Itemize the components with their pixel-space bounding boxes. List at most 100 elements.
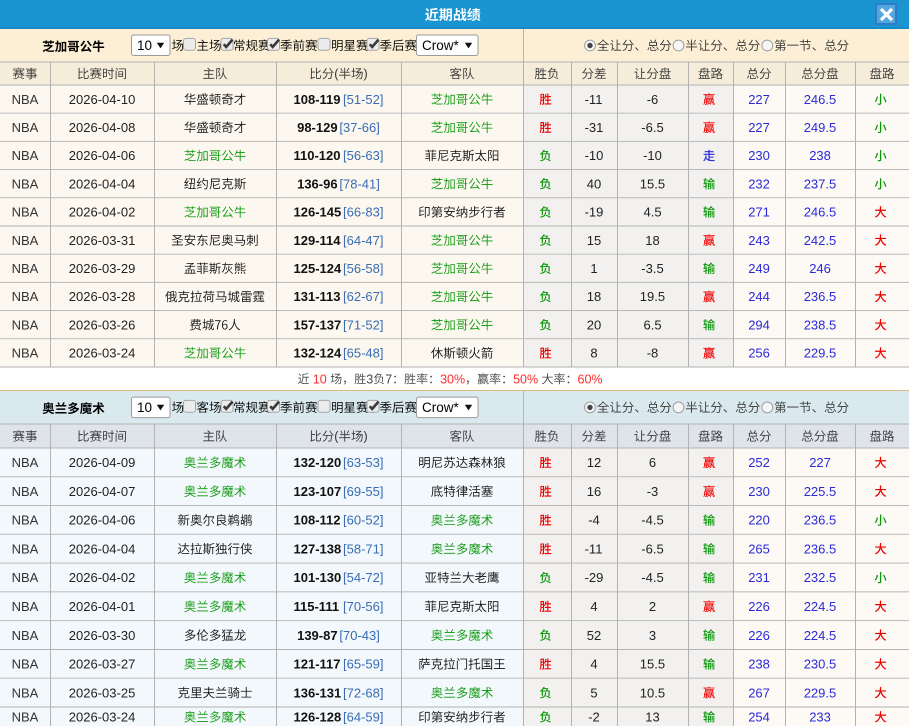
svg-text:-2: -2 [588, 710, 600, 725]
svg-text:[54-72]: [54-72] [343, 570, 383, 585]
svg-text:2: 2 [649, 599, 656, 614]
svg-text:3: 3 [366, 372, 373, 386]
svg-text:238: 238 [748, 657, 770, 672]
svg-text:2026-03-28: 2026-03-28 [69, 289, 136, 304]
svg-text:[60-52]: [60-52] [343, 513, 383, 528]
svg-text:-8: -8 [647, 346, 659, 361]
svg-text:242.5: 242.5 [804, 233, 837, 248]
svg-text:220: 220 [748, 513, 770, 528]
svg-text:NBA: NBA [12, 120, 39, 135]
svg-text:226: 226 [748, 599, 770, 614]
svg-text:246: 246 [809, 261, 831, 276]
svg-text:52: 52 [587, 628, 601, 643]
svg-text:-4.5: -4.5 [641, 513, 663, 528]
svg-text:224.5: 224.5 [804, 628, 837, 643]
svg-text:254: 254 [748, 710, 770, 725]
svg-text:NBA: NBA [12, 513, 39, 528]
svg-text:13: 13 [645, 710, 659, 725]
svg-text:NBA: NBA [12, 92, 39, 107]
svg-text:1: 1 [590, 261, 597, 276]
svg-text:-6: -6 [647, 92, 659, 107]
svg-text:2026-04-08: 2026-04-08 [69, 120, 136, 135]
svg-text:2026-04-04: 2026-04-04 [69, 176, 136, 191]
svg-text:[56-63]: [56-63] [343, 148, 383, 163]
svg-text:10: 10 [313, 372, 327, 386]
svg-text:2026-04-02: 2026-04-02 [69, 205, 136, 220]
svg-text:): ) [364, 430, 368, 444]
svg-text:244: 244 [748, 289, 770, 304]
svg-text:227: 227 [748, 92, 770, 107]
svg-text:2026-03-31: 2026-03-31 [69, 233, 136, 248]
svg-text:-19: -19 [585, 205, 604, 220]
svg-text:40: 40 [587, 176, 601, 191]
svg-text:-3.5: -3.5 [641, 261, 663, 276]
svg-text:249.5: 249.5 [804, 120, 837, 135]
svg-text:[51-52]: [51-52] [343, 92, 383, 107]
svg-text:237.5: 237.5 [804, 176, 837, 191]
svg-text:229.5: 229.5 [804, 685, 837, 700]
svg-text:[64-47]: [64-47] [343, 233, 383, 248]
svg-text:230.5: 230.5 [804, 657, 837, 672]
svg-text:294: 294 [748, 317, 770, 332]
svg-text:[72-68]: [72-68] [343, 685, 383, 700]
svg-text:4: 4 [590, 657, 597, 672]
svg-text:-4.5: -4.5 [641, 570, 663, 585]
svg-text:[65-48]: [65-48] [343, 346, 383, 361]
svg-text:256: 256 [748, 346, 770, 361]
svg-text:7: 7 [385, 372, 392, 386]
svg-text:5: 5 [590, 685, 597, 700]
svg-text:2026-03-24: 2026-03-24 [69, 346, 136, 361]
svg-text:227: 227 [809, 455, 831, 470]
svg-text:2026-04-10: 2026-04-10 [69, 92, 136, 107]
svg-text:233: 233 [809, 710, 831, 725]
svg-text:-4: -4 [588, 513, 600, 528]
svg-text:101-130: 101-130 [294, 570, 342, 585]
svg-text:60%: 60% [578, 372, 603, 386]
svg-text:[71-52]: [71-52] [343, 317, 383, 332]
svg-text:-29: -29 [585, 570, 604, 585]
svg-text:NBA: NBA [12, 710, 39, 725]
svg-text:NBA: NBA [12, 317, 39, 332]
svg-text:139-87: 139-87 [297, 628, 337, 643]
svg-text:271: 271 [748, 205, 770, 220]
svg-text:-6.5: -6.5 [641, 541, 663, 556]
svg-text:16: 16 [587, 484, 601, 499]
svg-text:2026-04-02: 2026-04-02 [69, 570, 136, 585]
svg-text:-6.5: -6.5 [641, 120, 663, 135]
svg-text:229.5: 229.5 [804, 346, 837, 361]
svg-text:6: 6 [649, 455, 656, 470]
svg-text:236.5: 236.5 [804, 513, 837, 528]
svg-text:-3: -3 [647, 484, 659, 499]
svg-text:6.5: 6.5 [644, 317, 662, 332]
svg-text:10: 10 [137, 400, 152, 415]
svg-text:NBA: NBA [12, 541, 39, 556]
svg-text:NBA: NBA [12, 233, 39, 248]
svg-text:[70-43]: [70-43] [339, 628, 379, 643]
svg-text:136-131: 136-131 [294, 685, 342, 700]
svg-text:19.5: 19.5 [640, 289, 665, 304]
svg-text:231: 231 [748, 570, 770, 585]
svg-text:108-112: 108-112 [294, 513, 341, 528]
svg-text:125-124: 125-124 [294, 261, 342, 276]
svg-text:238.5: 238.5 [804, 317, 837, 332]
svg-text:12: 12 [587, 455, 601, 470]
svg-text:2026-03-24: 2026-03-24 [69, 710, 136, 725]
svg-text:126-128: 126-128 [294, 710, 342, 725]
svg-text:136-96: 136-96 [297, 176, 337, 191]
svg-text:NBA: NBA [12, 657, 39, 672]
svg-text:NBA: NBA [12, 570, 39, 585]
svg-text:NBA: NBA [12, 455, 39, 470]
svg-text:NBA: NBA [12, 599, 39, 614]
svg-text:Crow*: Crow* [422, 400, 460, 415]
svg-text:NBA: NBA [12, 205, 39, 220]
svg-text:[63-53]: [63-53] [343, 455, 383, 470]
svg-text:246.5: 246.5 [804, 92, 837, 107]
svg-text:NBA: NBA [12, 484, 39, 499]
svg-text:2026-03-27: 2026-03-27 [69, 657, 136, 672]
svg-text:[62-67]: [62-67] [343, 289, 383, 304]
svg-text:30%: 30% [440, 372, 465, 386]
svg-text:-11: -11 [585, 92, 603, 107]
svg-text:15.5: 15.5 [640, 657, 665, 672]
svg-text:2026-04-01: 2026-04-01 [69, 599, 136, 614]
svg-text:249: 249 [748, 261, 770, 276]
